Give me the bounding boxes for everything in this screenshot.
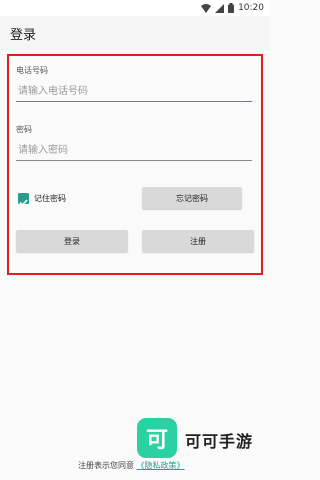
password-label: 密码: [16, 125, 32, 134]
brand-logo-glyph: 可: [145, 428, 168, 453]
privacy-policy-link[interactable]: 《隐私政策》: [137, 461, 185, 470]
remember-label: 记住密码: [34, 194, 66, 203]
password-input[interactable]: [16, 141, 252, 161]
status-icons: 10:20: [201, 2, 264, 14]
battery-icon: [228, 3, 235, 13]
brand-name: 可可手游: [185, 432, 254, 451]
footer-text: 注册表示您同意 《隐私政策》: [78, 460, 185, 471]
signal-icon: [215, 3, 225, 13]
forgot-password-button[interactable]: 忘记密码: [142, 187, 242, 209]
phone-label: 电话号码: [16, 66, 48, 75]
phone-input[interactable]: [16, 82, 252, 102]
footer-consent-text: 注册表示您同意: [78, 461, 134, 470]
app-bar: 登录: [0, 16, 270, 50]
status-bar: 10:20: [0, 0, 270, 16]
page-title: 登录: [10, 28, 37, 43]
brand-logo: 可: [137, 418, 177, 458]
status-time: 10:20: [238, 3, 264, 13]
wifi-icon: [201, 3, 212, 13]
check-icon: [19, 199, 28, 207]
register-button[interactable]: 注册: [142, 230, 254, 252]
remember-checkbox[interactable]: [18, 193, 29, 207]
login-button[interactable]: 登录: [16, 230, 128, 252]
